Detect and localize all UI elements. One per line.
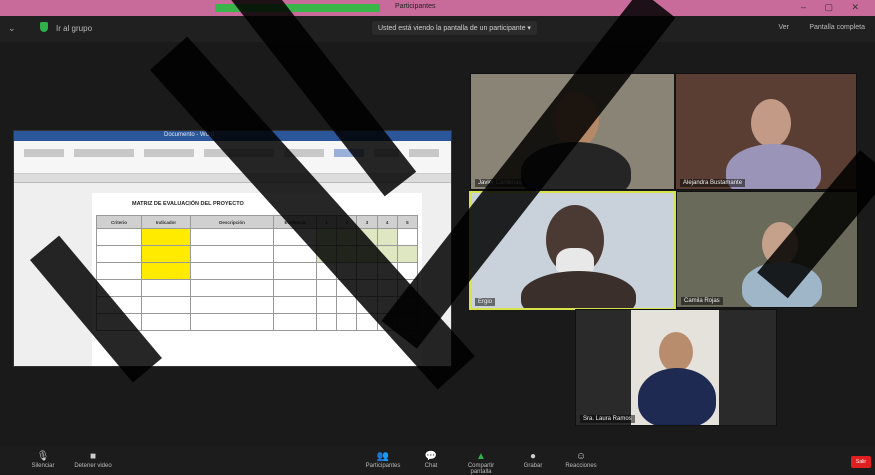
participant-name: Ergio bbox=[475, 298, 496, 306]
col-header: Indicador bbox=[141, 215, 191, 229]
shield-icon[interactable] bbox=[40, 22, 48, 32]
participant-name: Camila Rojas bbox=[681, 297, 723, 305]
tab-label[interactable]: Participantes bbox=[395, 3, 435, 10]
end-meeting-button[interactable]: Salir bbox=[851, 456, 871, 468]
table-row bbox=[96, 313, 419, 331]
chat-button[interactable]: 💬 Chat bbox=[408, 451, 454, 469]
share-screen-button[interactable]: ▲ Compartir pantalla bbox=[458, 451, 504, 475]
video-button[interactable]: ■ Detener video bbox=[70, 451, 116, 469]
chevron-icon[interactable]: ⌄ bbox=[8, 23, 16, 34]
participant-tile[interactable]: Sra. Laura Ramos bbox=[575, 309, 777, 426]
chat-icon: 💬 bbox=[424, 451, 438, 462]
meeting-topbar: ⌄ Ir al grupo Usted está viendo la panta… bbox=[0, 16, 875, 42]
people-icon: 👥 bbox=[376, 451, 390, 462]
col-header: 3 bbox=[356, 215, 378, 229]
window-controls[interactable]: – ▢ ✕ bbox=[801, 2, 867, 13]
view-button[interactable]: Ver bbox=[778, 24, 789, 31]
fullscreen-button[interactable]: Pantalla completa bbox=[809, 24, 865, 31]
participant-name: Alejandra Bustamante bbox=[680, 179, 746, 187]
col-header: 4 bbox=[376, 215, 398, 229]
share-screen-icon: ▲ bbox=[476, 451, 486, 462]
microphone-icon: 🎙 bbox=[36, 451, 50, 462]
participant-tile[interactable]: Alejandra Bustamante bbox=[675, 73, 857, 190]
window-titlebar: Participantes – ▢ ✕ bbox=[0, 0, 875, 16]
participants-button[interactable]: 👥 Participantes bbox=[360, 451, 406, 469]
viewing-banner[interactable]: Usted está viendo la pantalla de un part… bbox=[372, 21, 537, 35]
avatar bbox=[751, 99, 791, 147]
record-button[interactable]: ● Grabar bbox=[510, 451, 556, 469]
col-header: 5 bbox=[396, 215, 419, 229]
reaction-icon: ☺ bbox=[575, 451, 587, 462]
mute-button[interactable]: 🎙 Silenciar bbox=[20, 451, 66, 469]
avatar bbox=[659, 332, 693, 372]
record-icon: ● bbox=[529, 451, 537, 462]
col-header: Descripción bbox=[190, 215, 274, 229]
document-heading: MATRIZ DE EVALUACIÓN DEL PROYECTO bbox=[132, 201, 244, 207]
reactions-button[interactable]: ☺ Reacciones bbox=[558, 451, 604, 469]
col-header: Criterio bbox=[96, 215, 142, 229]
participant-name: Sra. Laura Ramos bbox=[580, 415, 635, 423]
meeting-info-label[interactable]: Ir al grupo bbox=[56, 24, 92, 33]
meeting-toolbar: 🎙 Silenciar ■ Detener video 👥 Participantes… bbox=[0, 447, 875, 475]
video-camera-icon: ■ bbox=[89, 451, 97, 462]
